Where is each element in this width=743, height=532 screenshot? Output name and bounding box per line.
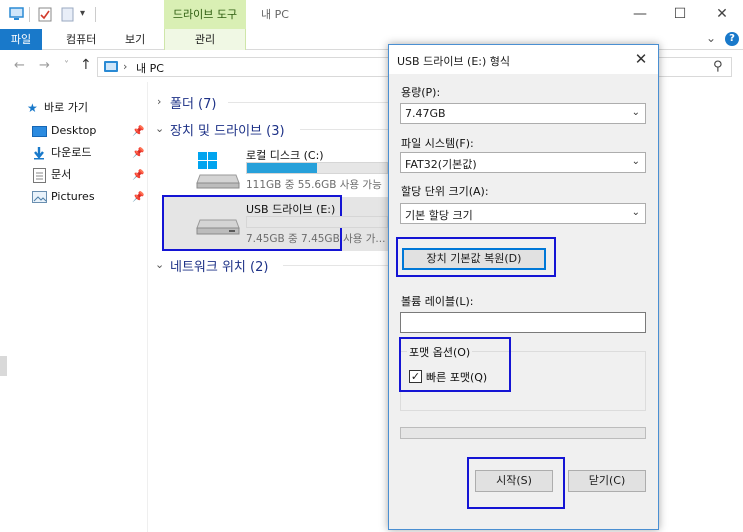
drive-c-info: 111GB 중 55.6GB 사용 가능 <box>246 179 382 191</box>
restore-defaults-button[interactable]: 장치 기본값 복원(D) <box>402 248 546 270</box>
toolbar-divider <box>95 7 96 22</box>
format-dialog: USB 드라이브 (E:) 형식 ✕ 용량(P): 7.47GB ⌄ 파일 시스… <box>388 44 659 530</box>
quick-format-checkbox[interactable]: ✓ <box>409 370 422 383</box>
forward-button[interactable]: → <box>39 58 50 73</box>
format-options-label: 포맷 옵션(O) <box>407 344 473 360</box>
scrollbar-thumb[interactable] <box>0 356 7 376</box>
volume-label-input[interactable] <box>400 312 646 333</box>
window-title: 내 PC <box>261 8 289 21</box>
toolbar-divider <box>29 7 30 22</box>
pin-icon[interactable]: 📌 <box>132 148 144 159</box>
close-dialog-button[interactable]: 닫기(C) <box>568 470 646 492</box>
breadcrumb-this-pc[interactable]: 내 PC <box>136 60 164 76</box>
tab-view[interactable]: 보기 <box>125 29 145 50</box>
group-expanded-chevron-icon[interactable]: ⌄ <box>155 258 164 271</box>
group-devices-header[interactable]: 장치 및 드라이브 (3) <box>170 120 285 139</box>
group-divider <box>300 129 388 130</box>
up-button[interactable]: ↑ <box>80 57 92 73</box>
minimize-button[interactable]: — <box>620 0 660 29</box>
tab-computer[interactable]: 컴퓨터 <box>66 29 96 50</box>
ribbon-expand-icon[interactable]: ⌄ <box>706 31 716 45</box>
maximize-button[interactable]: ☐ <box>660 0 700 29</box>
pin-icon[interactable]: 📌 <box>132 170 144 181</box>
allocation-select[interactable]: 기본 할당 크기 ⌄ <box>400 203 646 224</box>
chevron-down-icon: ⌄ <box>631 207 640 218</box>
contextual-tab-header: 드라이브 도구 <box>164 0 246 29</box>
group-expanded-chevron-icon[interactable]: ⌄ <box>155 122 164 135</box>
dialog-title: USB 드라이브 (E:) 형식 <box>397 55 511 68</box>
filesystem-select[interactable]: FAT32(기본값) ⌄ <box>400 152 646 173</box>
drive-e-usage-bar <box>246 216 388 228</box>
nav-desktop[interactable]: Desktop <box>51 121 96 141</box>
nav-downloads[interactable]: 다운로드 <box>51 143 91 163</box>
recent-locations-icon[interactable]: ˅ <box>64 60 69 71</box>
search-icon[interactable]: ⚲ <box>713 59 723 74</box>
drive-e-info: 7.45GB 중 7.45GB 사용 가... <box>246 233 386 245</box>
chevron-down-icon: ⌄ <box>631 156 640 167</box>
capacity-label: 용량(P): <box>401 86 441 99</box>
volume-label-label: 볼륨 레이블(L): <box>401 295 474 308</box>
group-divider <box>283 265 388 266</box>
dialog-title-bar: USB 드라이브 (E:) 형식 ✕ <box>389 45 658 74</box>
capacity-select[interactable]: 7.47GB ⌄ <box>400 103 646 124</box>
filesystem-label: 파일 시스템(F): <box>401 137 474 150</box>
drive-c-usage-fill <box>247 163 317 173</box>
allocation-value: 기본 할당 크기 <box>405 209 473 222</box>
quick-access-star-icon: ★ <box>27 101 38 115</box>
quick-format-label[interactable]: 빠른 포맷(Q) <box>426 369 487 385</box>
back-button[interactable]: ← <box>14 58 25 73</box>
start-button[interactable]: 시작(S) <box>475 470 553 492</box>
dialog-close-icon[interactable]: ✕ <box>630 48 652 70</box>
group-collapsed-chevron-icon[interactable]: › <box>157 95 161 108</box>
help-icon[interactable]: ? <box>725 32 739 46</box>
pictures-icon <box>32 191 47 206</box>
group-divider <box>228 102 388 103</box>
local-disk-icon <box>196 151 240 192</box>
tab-file[interactable]: 파일 <box>0 29 42 50</box>
nav-quick-access[interactable]: 바로 가기 <box>44 98 88 118</box>
customize-qa-icon[interactable]: ▾ <box>80 8 85 19</box>
filesystem-value: FAT32(기본값) <box>405 158 477 171</box>
contextual-tab-title: 드라이브 도구 <box>172 8 238 21</box>
this-pc-icon <box>104 61 118 72</box>
allocation-label: 할당 단위 크기(A): <box>401 185 489 198</box>
drive-e-name[interactable]: USB 드라이브 (E:) <box>246 201 335 217</box>
drive-c-usage-bar <box>246 162 388 174</box>
explorer-window: ▾ 드라이브 도구 내 PC — ☐ ✕ 파일 컴퓨터 보기 관리 ⌄ ? ← … <box>0 0 743 532</box>
pin-icon[interactable]: 📌 <box>132 126 144 137</box>
group-folders-header[interactable]: 폴더 (7) <box>170 93 216 112</box>
usb-drive-icon <box>196 218 240 241</box>
drive-c-name[interactable]: 로컬 디스크 (C:) <box>246 147 324 163</box>
tab-manage[interactable]: 관리 <box>164 29 246 50</box>
close-button[interactable]: ✕ <box>702 0 742 29</box>
computer-icon[interactable] <box>9 7 24 21</box>
breadcrumb-separator[interactable]: › <box>123 60 127 73</box>
download-icon <box>32 146 46 163</box>
nav-pictures[interactable]: Pictures <box>51 187 95 207</box>
capacity-value: 7.47GB <box>405 107 446 120</box>
pin-icon[interactable]: 📌 <box>132 192 144 203</box>
desktop-icon <box>32 126 47 141</box>
chevron-down-icon: ⌄ <box>631 107 640 118</box>
properties-icon[interactable] <box>38 7 53 22</box>
documents-icon <box>33 168 46 186</box>
new-folder-icon[interactable] <box>61 7 76 22</box>
format-progress-bar <box>400 427 646 439</box>
nav-documents[interactable]: 문서 <box>51 165 71 185</box>
group-network-header[interactable]: 네트워크 위치 (2) <box>170 256 268 275</box>
